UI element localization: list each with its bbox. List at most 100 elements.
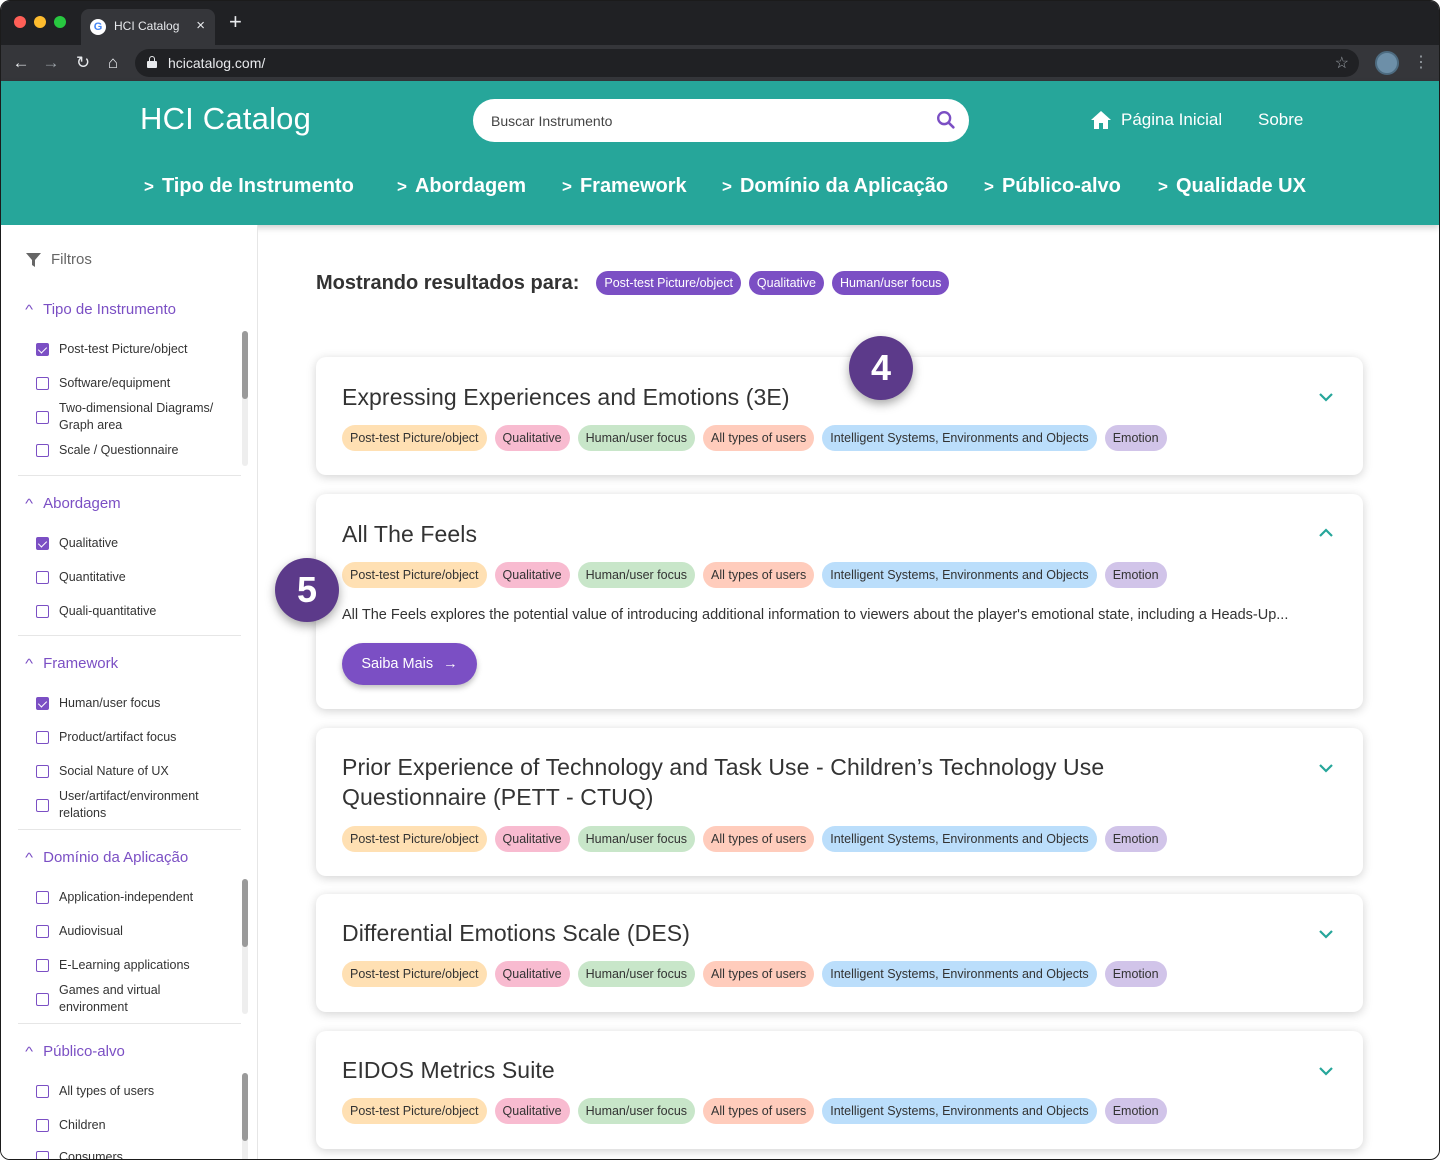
forward-icon[interactable]: →	[39, 51, 63, 75]
scrollbar-thumb[interactable]	[242, 331, 248, 399]
filter-option-label: Quali-quantitative	[59, 604, 157, 618]
nav-tipo-de-instrumento[interactable]: > Tipo de Instrumento	[144, 175, 354, 198]
filter-option[interactable]: Social Nature of UX	[36, 763, 229, 780]
address-bar[interactable]: hcicatalog.com/ ☆	[135, 49, 1359, 77]
checkbox[interactable]	[36, 377, 49, 390]
checkbox[interactable]	[36, 1119, 49, 1132]
card-title[interactable]: Differential Emotions Scale (DES)	[342, 918, 690, 948]
filter-option[interactable]: Post-test Picture/object	[36, 341, 229, 358]
tag: Qualitative	[494, 562, 570, 588]
filter-option[interactable]: All types of users	[36, 1083, 229, 1100]
browser-tab[interactable]: G HCI Catalog ×	[81, 9, 215, 45]
checkbox[interactable]	[36, 891, 49, 904]
filter-option-label: Qualitative	[59, 536, 119, 550]
site-header: HCI Catalog Buscar Instrumento Página In…	[1, 81, 1439, 225]
checkbox[interactable]	[36, 605, 49, 618]
card-title[interactable]: All The Feels	[342, 519, 477, 549]
back-icon[interactable]: ←	[9, 51, 33, 75]
nav-framework[interactable]: > Framework	[562, 175, 687, 198]
filter-option[interactable]: Application-independent	[36, 889, 229, 906]
card-title[interactable]: Prior Experience of Technology and Task …	[342, 752, 1222, 812]
checkbox[interactable]	[36, 798, 49, 812]
chevron-down-icon[interactable]	[1317, 388, 1335, 406]
funnel-icon	[26, 252, 41, 267]
divider	[18, 475, 241, 476]
house-icon	[1091, 111, 1111, 129]
filter-group-toggle[interactable]: ^ Domínio da Aplicação	[25, 849, 188, 866]
filter-option[interactable]: Quali-quantitative	[36, 603, 229, 620]
checkbox[interactable]	[36, 731, 49, 744]
card-title[interactable]: EIDOS Metrics Suite	[342, 1055, 555, 1085]
filter-option[interactable]: Consumers	[36, 1149, 229, 1159]
about-link[interactable]: Sobre	[1258, 110, 1303, 130]
checkbox[interactable]	[36, 410, 49, 424]
browser-menu-icon[interactable]: ⋮	[1413, 51, 1429, 75]
nav-abordagem[interactable]: > Abordagem	[397, 175, 526, 198]
instrument-card[interactable]: Expressing Experiences and Emotions (3E)…	[316, 357, 1363, 475]
filter-option[interactable]: Qualitative	[36, 535, 229, 552]
instrument-card[interactable]: EIDOS Metrics Suite Post-test Picture/ob…	[316, 1031, 1363, 1149]
nav-dominio-da-aplicacao[interactable]: > Domínio da Aplicação	[722, 175, 948, 198]
instrument-card-expanded[interactable]: All The Feels Post-test Picture/object Q…	[316, 494, 1363, 709]
filter-group-toggle[interactable]: ^ Público-alvo	[25, 1043, 125, 1060]
filter-option[interactable]: Audiovisual	[36, 923, 229, 940]
home-link[interactable]: Página Inicial	[1091, 110, 1222, 130]
minimize-window-button[interactable]	[34, 16, 46, 28]
active-filter-chip[interactable]: Post-test Picture/object	[596, 271, 741, 295]
filter-option[interactable]: User/artifact/environment relations	[36, 788, 219, 822]
site-logo[interactable]: HCI Catalog	[140, 101, 311, 137]
chevron-down-icon[interactable]	[1317, 759, 1335, 777]
filter-option[interactable]: Games and virtual environment	[36, 982, 209, 1016]
search-input[interactable]: Buscar Instrumento	[473, 99, 969, 142]
chevron-up-icon[interactable]	[1317, 524, 1335, 542]
filter-option-label: Two-dimensional Diagrams/ Graph area	[59, 401, 214, 432]
scrollbar-thumb[interactable]	[242, 879, 248, 947]
checkbox[interactable]	[36, 992, 49, 1006]
home-icon[interactable]: ⌂	[101, 51, 125, 75]
filter-option[interactable]: Quantitative	[36, 569, 229, 586]
new-tab-icon[interactable]: +	[229, 11, 242, 33]
checkbox[interactable]	[36, 765, 49, 778]
chevron-down-icon[interactable]	[1317, 925, 1335, 943]
profile-avatar[interactable]	[1375, 51, 1399, 75]
checkbox[interactable]	[36, 571, 49, 584]
maximize-window-button[interactable]	[54, 16, 66, 28]
checkbox[interactable]	[36, 925, 49, 938]
filter-group-toggle[interactable]: ^ Tipo de Instrumento	[25, 301, 176, 318]
active-filter-chip[interactable]: Qualitative	[748, 271, 824, 295]
chevron-down-icon[interactable]	[1317, 1062, 1335, 1080]
nav-label: Tipo de Instrumento	[161, 175, 354, 197]
filters-header: Filtros	[26, 251, 92, 268]
filter-option[interactable]: Scale / Questionnaire	[36, 442, 229, 459]
filter-group-toggle[interactable]: ^ Framework	[25, 655, 118, 672]
filter-option[interactable]: E-Learning applications	[36, 957, 229, 974]
filter-option[interactable]: Human/user focus	[36, 695, 229, 712]
checkbox-checked[interactable]	[36, 343, 49, 356]
filter-group-toggle[interactable]: ^ Abordagem	[25, 495, 121, 512]
filter-option-label: Children	[59, 1118, 106, 1132]
instrument-card[interactable]: Prior Experience of Technology and Task …	[316, 728, 1363, 876]
tab-close-icon[interactable]: ×	[196, 17, 205, 35]
nav-publico-alvo[interactable]: > Público-alvo	[984, 175, 1121, 198]
checkbox-checked[interactable]	[36, 697, 49, 710]
filter-option[interactable]: Product/artifact focus	[36, 729, 229, 746]
filter-option[interactable]: Software/equipment	[36, 375, 229, 392]
checkbox[interactable]	[36, 959, 49, 972]
checkbox-checked[interactable]	[36, 537, 49, 550]
bookmark-star-icon[interactable]: ☆	[1335, 53, 1349, 73]
instrument-card[interactable]: Differential Emotions Scale (DES) Post-t…	[316, 894, 1363, 1012]
close-window-button[interactable]	[14, 16, 26, 28]
search-icon[interactable]	[935, 109, 957, 131]
active-filter-chip[interactable]: Human/user focus	[831, 271, 950, 295]
filter-option[interactable]: Two-dimensional Diagrams/ Graph area	[36, 400, 229, 434]
reload-icon[interactable]: ↻	[71, 51, 95, 75]
card-title[interactable]: Expressing Experiences and Emotions (3E)	[342, 382, 790, 412]
filter-option[interactable]: Children	[36, 1117, 229, 1134]
checkbox[interactable]	[36, 1085, 49, 1098]
card-tags: Post-test Picture/object Qualitative Hum…	[342, 425, 1167, 451]
saiba-mais-button[interactable]: Saiba Mais →	[342, 643, 477, 685]
checkbox[interactable]	[36, 1151, 49, 1159]
checkbox[interactable]	[36, 444, 49, 457]
scrollbar-thumb[interactable]	[242, 1073, 248, 1141]
nav-qualidade-ux[interactable]: > Qualidade UX	[1158, 175, 1306, 198]
